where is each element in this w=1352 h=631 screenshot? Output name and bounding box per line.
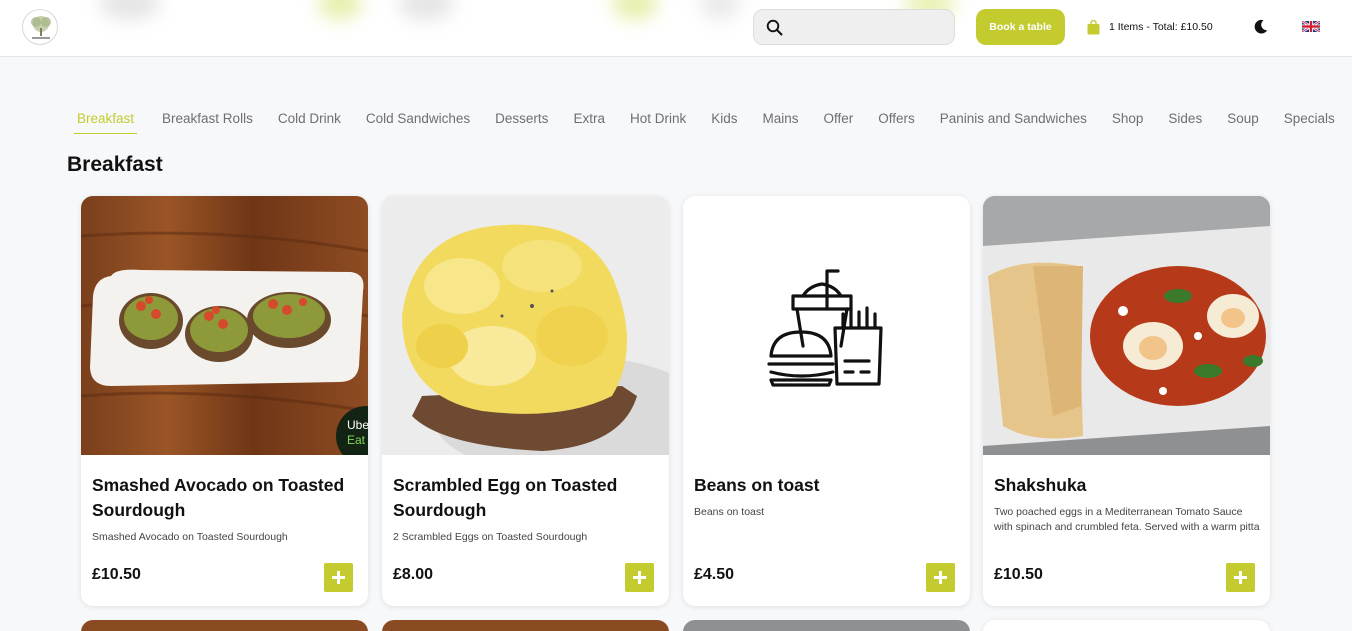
search-icon [766, 19, 783, 36]
add-to-cart-button[interactable] [926, 563, 955, 592]
product-card[interactable]: Beans on toast Beans on toast £4.50 [683, 196, 970, 606]
fast-food-icon [767, 269, 883, 387]
product-title: Beans on toast [694, 475, 820, 495]
tab-hot-drink[interactable]: Hot Drink [630, 111, 686, 134]
product-card[interactable]: Shakshuka Two poached eggs in a Mediterr… [983, 196, 1270, 606]
add-to-cart-button[interactable] [625, 563, 654, 592]
tree-logo-icon [31, 16, 51, 39]
product-description: Beans on toast [694, 506, 765, 518]
product-card[interactable]: Ube Eat Smashed Avocado on Toasted Sourd… [81, 196, 368, 606]
top-header: Book a table 1 Items - Total: £10.50 [0, 0, 1352, 57]
product-price: £10.50 [92, 566, 141, 583]
add-to-cart-button[interactable] [324, 563, 353, 592]
cart-summary[interactable]: 1 Items - Total: £10.50 [1087, 19, 1213, 35]
cart-total-text: 1 Items - Total: £10.50 [1109, 21, 1213, 33]
product-description: Smashed Avocado on Toasted Sourdough [92, 531, 288, 543]
tab-desserts[interactable]: Desserts [495, 111, 548, 134]
search-box[interactable] [753, 9, 955, 45]
product-card-next-row[interactable] [81, 620, 368, 631]
tab-cold-sandwiches[interactable]: Cold Sandwiches [366, 111, 470, 134]
category-tabs: Breakfast Breakfast Rolls Cold Drink Col… [74, 111, 1335, 135]
product-price: £10.50 [994, 566, 1043, 583]
tab-kids[interactable]: Kids [711, 111, 737, 134]
header-decor-blob [700, 0, 740, 20]
product-title: Shakshuka [994, 475, 1087, 495]
product-description: Two poached eggs in a Mediterranean Toma… [994, 506, 1260, 533]
moon-icon[interactable] [1252, 18, 1269, 35]
tab-shop[interactable]: Shop [1112, 111, 1144, 134]
product-image [382, 196, 669, 455]
add-to-cart-button[interactable] [1226, 563, 1255, 592]
avocado-toast-photo: Ube Eat [81, 196, 368, 455]
product-card-next-row[interactable] [683, 620, 970, 631]
header-decor-blob [100, 0, 160, 20]
uk-flag-icon[interactable] [1302, 21, 1320, 32]
tab-offer[interactable]: Offer [824, 111, 854, 134]
header-decor-blob [612, 0, 658, 20]
tab-specials[interactable]: Specials [1284, 111, 1335, 134]
tab-cold-drink[interactable]: Cold Drink [278, 111, 341, 134]
header-decor-blob [398, 0, 454, 20]
tab-extra[interactable]: Extra [573, 111, 605, 134]
tab-sides[interactable]: Sides [1168, 111, 1202, 134]
search-input[interactable] [792, 16, 942, 38]
restaurant-logo[interactable] [22, 9, 58, 45]
uber-eats-badge-line1: Ube [347, 418, 368, 432]
uber-eats-badge-line2: Eat [347, 433, 366, 447]
product-card-next-row[interactable] [382, 620, 669, 631]
shakshuka-photo [983, 196, 1270, 455]
tab-paninis-and-sandwiches[interactable]: Paninis and Sandwiches [940, 111, 1087, 134]
tab-breakfast-rolls[interactable]: Breakfast Rolls [162, 111, 253, 134]
tab-soup[interactable]: Soup [1227, 111, 1259, 134]
tab-breakfast[interactable]: Breakfast [74, 111, 138, 134]
book-table-button[interactable]: Book a table [976, 9, 1065, 45]
product-card[interactable]: Scrambled Egg on Toasted Sourdough 2 Scr… [382, 196, 669, 606]
scrambled-egg-photo [382, 196, 669, 455]
product-card-next-row[interactable] [983, 620, 1270, 631]
tab-offers[interactable]: Offers [878, 111, 915, 134]
shopping-bag-icon [1087, 19, 1100, 34]
tab-mains[interactable]: Mains [762, 111, 798, 134]
product-image: Ube Eat [81, 196, 368, 455]
product-image [983, 196, 1270, 455]
product-image [683, 196, 970, 455]
header-decor-blob [318, 0, 362, 20]
product-price: £4.50 [694, 566, 735, 583]
section-title: Breakfast [67, 153, 163, 176]
product-title: Smashed Avocado on Toasted Sourdough [92, 475, 345, 520]
product-description: 2 Scrambled Eggs on Toasted Sourdough [393, 531, 588, 543]
product-title: Scrambled Egg on Toasted Sourdough [393, 475, 618, 520]
product-price: £8.00 [393, 566, 434, 583]
